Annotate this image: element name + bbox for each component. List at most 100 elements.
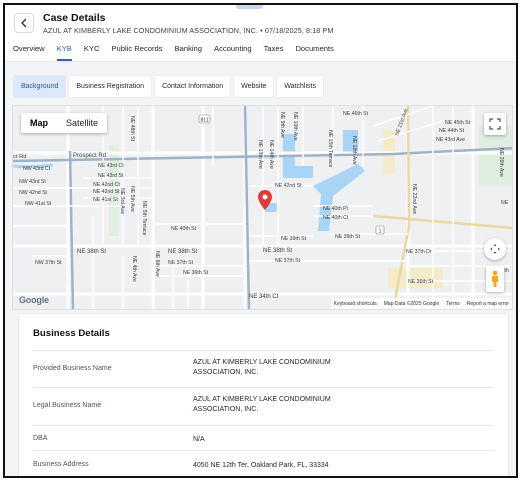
tab-public-records[interactable]: Public Records — [111, 41, 168, 61]
street-label: NE 38th St — [168, 249, 197, 255]
pegman-icon — [492, 270, 498, 287]
tab-banking[interactable]: Banking — [175, 41, 208, 61]
chevron-left-icon — [21, 18, 27, 28]
terms-link[interactable]: Terms — [446, 301, 460, 307]
street-label: NE 13th Ave — [257, 140, 263, 169]
street-label: NE 48th St — [129, 116, 135, 142]
street-label: NE 36th St — [408, 279, 434, 285]
street-label: NE 26th Ave — [498, 148, 504, 177]
tab-taxes[interactable]: Taxes — [264, 41, 290, 61]
page-title: Case Details — [43, 12, 106, 24]
street-label: NE 42nd St — [275, 183, 302, 189]
street-label: NE 6th Ave — [154, 251, 160, 277]
main-tabs: Overview KYB KYC Public Records Banking … — [5, 41, 516, 61]
map-type-map-button[interactable]: Map — [21, 113, 57, 133]
street-label: NE 14th Ave — [268, 140, 274, 169]
detail-row: Provided Business Name AZUL AT KIMBERLY … — [33, 351, 494, 388]
street-label: NW 37th St — [35, 260, 62, 266]
street-label: NE 15th Terrace — [327, 130, 333, 168]
detail-value: AZUL AT KIMBERLY LAKE CONDOMINIUM ASSOCI… — [193, 359, 331, 376]
detail-label: DBA — [33, 435, 48, 442]
street-label: NE 44th St — [439, 128, 465, 134]
compass-icon — [490, 244, 500, 254]
subtab-background[interactable]: Background — [13, 75, 67, 98]
street-view-pegman[interactable] — [486, 266, 504, 292]
street-label: NE 43rd Ave — [436, 137, 465, 143]
kyb-subnav: Background Business Registration Contact… — [5, 61, 516, 105]
school-area — [388, 268, 443, 288]
street-label: NE 36th St — [183, 270, 209, 276]
fullscreen-button[interactable] — [484, 113, 506, 135]
detail-value: 4050 NE 12th Ter, Oakland Park, FL, 3333… — [193, 462, 329, 469]
card-title: Business Details — [33, 328, 110, 339]
detail-row: Legal Business Name AZUL AT KIMBERLY LAK… — [33, 388, 494, 426]
fullscreen-icon — [489, 118, 501, 130]
street-label: NW 43rd Ct — [23, 166, 51, 172]
app-window: Case Details AZUL AT KIMBERLY LAKE CONDO… — [3, 3, 518, 478]
detail-row: Business Address 4050 NE 12th Ter, Oakla… — [33, 451, 494, 476]
location-pin-icon[interactable] — [258, 190, 272, 210]
street-label: NE 5th Ave — [129, 186, 135, 212]
business-details-card: Business Details Provided Business Name … — [18, 313, 509, 476]
street-label: NE 40th Ct — [323, 215, 349, 221]
map-data-text: Map Data ©2025 Google — [383, 300, 440, 307]
street-label: NW 41st St — [25, 201, 52, 207]
street-label: NE 22nd Ave — [411, 184, 417, 214]
street-label: NE 42nd Ct — [93, 182, 120, 188]
street-label: NE — [501, 200, 509, 206]
detail-label: Provided Business Name — [33, 365, 112, 372]
detail-value: AZUL AT KIMBERLY LAKE CONDOMINIUM ASSOCI… — [193, 396, 331, 413]
street-label: NE 43rd St — [98, 173, 124, 179]
street-label: NE 4th Ave — [131, 256, 137, 282]
subtab-contact-information[interactable]: Contact Information — [154, 75, 232, 98]
street-label: NE 34th Ct — [249, 294, 279, 300]
detail-row: DBA N/A — [33, 426, 494, 451]
svg-text:1: 1 — [379, 229, 382, 235]
back-button[interactable] — [14, 13, 34, 33]
street-label: NE 40th Pl — [323, 206, 348, 212]
map-type-control: Map Satellite — [21, 113, 108, 133]
report-error-link[interactable]: Report a map error — [467, 301, 509, 307]
street-label: NW 42nd St — [19, 190, 48, 196]
tab-kyc[interactable]: KYC — [84, 41, 106, 61]
page-header: Case Details AZUL AT KIMBERLY LAKE CONDO… — [5, 5, 516, 39]
street-label: NE 39th St — [335, 234, 361, 240]
detail-label: Business Address — [33, 461, 89, 468]
map-type-satellite-button[interactable]: Satellite — [57, 113, 107, 133]
keyboard-shortcuts-link[interactable]: Keyboard shortcuts — [334, 301, 377, 307]
street-label: NE 5th Terrace — [141, 201, 147, 236]
park-area — [479, 126, 512, 186]
subtab-business-registration[interactable]: Business Registration — [68, 75, 153, 98]
street-label: NE 42nd St — [93, 189, 120, 195]
street-label: NE 3rd Ave — [119, 188, 125, 214]
subtab-website[interactable]: Website — [233, 75, 275, 98]
street-label: NE 9th Ave — [279, 112, 285, 138]
street-label: NE 18th Ave — [351, 136, 357, 165]
street-label: NE 41st St — [93, 197, 118, 203]
svg-text:811: 811 — [201, 118, 209, 124]
google-logo: Google — [19, 295, 49, 305]
street-label: NE 39th St — [281, 236, 307, 242]
street-label: NE 37th Dr — [406, 249, 432, 255]
page-subtitle: AZUL AT KIMBERLY LAKE CONDOMINIUM ASSOCI… — [43, 26, 334, 35]
map-camera-control[interactable] — [484, 238, 506, 260]
map-attribution: Keyboard shortcuts Map Data ©2025 Google… — [330, 298, 512, 309]
street-label: ct Rd — [13, 154, 27, 160]
street-label: NE 46th St — [343, 111, 369, 117]
tab-accounting[interactable]: Accounting — [214, 41, 258, 61]
street-label: Prospect Rd — [73, 153, 106, 159]
business-location-map[interactable]: 811 1 ct Rd Prospect Rd NW 43rd Ct NW 43… — [12, 105, 513, 310]
detail-label: Legal Business Name — [33, 402, 102, 409]
street-label: NE 40th St — [171, 226, 197, 232]
street-label: NE 38th St — [77, 249, 106, 255]
subtab-watchlists[interactable]: Watchlists — [276, 75, 324, 98]
street-label: NE 10th Ave — [292, 112, 298, 141]
tab-documents[interactable]: Documents — [295, 41, 339, 61]
street-label: NE 37th St — [275, 258, 301, 264]
tab-overview[interactable]: Overview — [13, 41, 51, 61]
detail-value: N/A — [193, 436, 205, 443]
street-label: NW 43rd St — [19, 179, 46, 185]
tab-kyb[interactable]: KYB — [56, 41, 78, 61]
street-label: NE 38th St — [263, 248, 292, 254]
street-label: NE 45th St — [445, 120, 471, 126]
